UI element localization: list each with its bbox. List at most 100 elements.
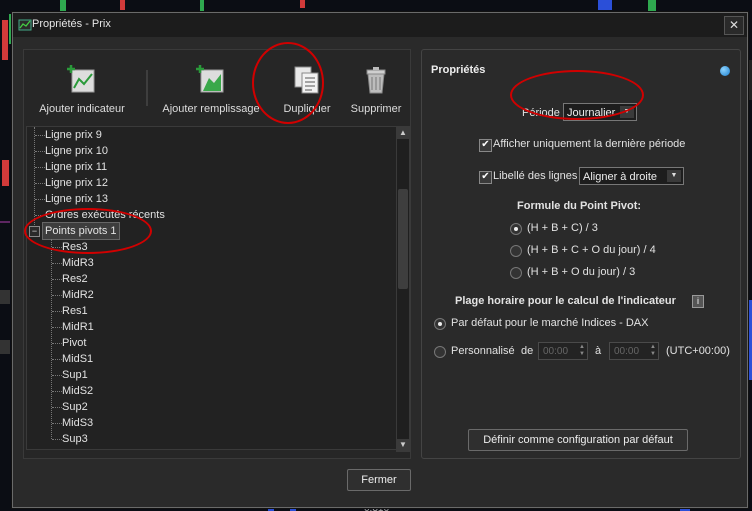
add-fill-icon — [196, 65, 224, 93]
tree-child-item[interactable]: Sup3 — [62, 431, 88, 447]
chevron-down-icon: ▼ — [620, 106, 634, 118]
tree-child-item[interactable]: MidS1 — [62, 351, 93, 367]
tree-child-item[interactable]: Sup2 — [62, 399, 88, 415]
time-to-input[interactable]: 00:00 ▲ ▼ — [609, 342, 659, 360]
help-icon[interactable]: i — [692, 295, 704, 308]
time-to-label: à — [595, 345, 602, 357]
title-bar[interactable]: Propriétés - Prix ✕ — [13, 13, 747, 37]
line-labels-label: Libellé des lignes — [493, 170, 578, 182]
formula-radio-2[interactable] — [510, 245, 522, 257]
tree-child-item[interactable]: Res3 — [62, 239, 88, 255]
tree-item[interactable]: Ligne prix 12 — [45, 175, 108, 191]
scroll-thumb[interactable] — [398, 189, 408, 289]
period-value: Journalier — [567, 107, 616, 119]
spinner-arrows-icon: ▲ ▼ — [650, 344, 656, 357]
toolbar: Ajouter indicateur Ajouter remplissage D… — [24, 50, 410, 120]
add-indicator-button[interactable]: Ajouter indicateur — [32, 64, 132, 115]
tree-connector — [52, 359, 62, 360]
line-labels-checkbox[interactable]: ✔ — [479, 171, 492, 184]
duplicate-label: Dupliquer — [283, 103, 331, 115]
tree-scrollbar[interactable]: ▲ ▼ — [396, 126, 410, 452]
delete-label: Supprimer — [350, 103, 402, 115]
tree-connector — [35, 167, 45, 168]
tree-child-item[interactable]: MidS3 — [62, 415, 93, 431]
tree-item[interactable]: Ordres exécutés récents — [45, 207, 165, 223]
tree-connector — [52, 391, 62, 392]
tree-connector — [52, 295, 62, 296]
add-fill-label: Ajouter remplissage — [162, 103, 260, 115]
indicator-tree[interactable]: Ligne prix 9 Ligne prix 10 Ligne prix 11… — [26, 126, 398, 450]
formula-option-1: (H + B + C) / 3 — [527, 222, 598, 234]
close-button[interactable]: Fermer — [347, 469, 411, 491]
toolbar-separator — [146, 70, 148, 106]
tree-connector — [35, 183, 45, 184]
time-from-label: de — [521, 345, 534, 357]
tree-connector — [52, 375, 62, 376]
tree-item[interactable]: Ligne prix 9 — [45, 127, 102, 143]
time-from-value: 00:00 — [543, 346, 569, 357]
pivot-formula-title: Formule du Point Pivot: — [517, 200, 642, 212]
scroll-down-arrow[interactable]: ▼ — [397, 439, 409, 451]
time-default-label: Par défaut pour le marché Indices - DAX — [451, 317, 649, 329]
tree-connector — [52, 263, 62, 264]
tree-item-selected[interactable]: Points pivots 1 — [42, 222, 120, 240]
tree-child-item[interactable]: Res1 — [62, 303, 88, 319]
time-to-value: 00:00 — [614, 346, 640, 357]
duplicate-icon — [294, 66, 319, 94]
time-range-title: Plage horaire pour le calcul de l'indica… — [455, 295, 676, 307]
properties-panel: Propriétés Période Journalier ▼ ✔ Affich… — [421, 49, 741, 459]
formula-option-3: (H + B + O du jour) / 3 — [527, 266, 636, 278]
tree-connector — [35, 215, 45, 216]
spinner-arrows-icon: ▲ ▼ — [579, 344, 585, 357]
formula-radio-1[interactable] — [510, 223, 522, 235]
window-title: Propriétés - Prix — [32, 18, 111, 30]
formula-radio-3[interactable] — [510, 267, 522, 279]
time-custom-label: Personnalisé — [451, 345, 515, 357]
set-default-button[interactable]: Définir comme configuration par défaut — [468, 429, 688, 451]
scroll-up-arrow[interactable]: ▲ — [397, 127, 409, 139]
tree-connector — [52, 327, 62, 328]
add-fill-button[interactable]: Ajouter remplissage — [156, 64, 266, 115]
tree-item[interactable]: Ligne prix 13 — [45, 191, 108, 207]
formula-option-2: (H + B + C + O du jour) / 4 — [527, 244, 656, 256]
tree-item[interactable]: Ligne prix 11 — [45, 159, 107, 175]
period-select[interactable]: Journalier ▼ — [563, 103, 637, 121]
tree-connector — [52, 247, 62, 248]
close-window-button[interactable]: ✕ — [724, 16, 744, 35]
duplicate-button[interactable]: Dupliquer — [272, 64, 342, 115]
tree-child-item[interactable]: MidS2 — [62, 383, 93, 399]
tree-connector — [52, 343, 62, 344]
tree-child-item[interactable]: MidR3 — [62, 255, 94, 271]
tree-connector — [52, 439, 62, 440]
chevron-down-icon: ▼ — [667, 170, 681, 182]
time-default-radio[interactable] — [434, 318, 446, 330]
tree-child-item[interactable]: Pivot — [62, 335, 86, 351]
tree-child-item[interactable]: Sup1 — [62, 367, 88, 383]
properties-title: Propriétés — [431, 64, 486, 76]
line-labels-value: Aligner à droite — [583, 171, 657, 183]
tree-connector — [35, 151, 45, 152]
tree-child-item[interactable]: Res2 — [62, 271, 88, 287]
tree-connector — [52, 279, 62, 280]
tree-child-item[interactable]: MidR1 — [62, 319, 94, 335]
indicator-list-panel: Ajouter indicateur Ajouter remplissage D… — [23, 49, 411, 459]
collapse-toggle[interactable]: − — [29, 226, 40, 237]
time-from-input[interactable]: 00:00 ▲ ▼ — [538, 342, 588, 360]
tree-connector — [52, 311, 62, 312]
tree-connector — [35, 135, 45, 136]
tree-item[interactable]: Ligne prix 10 — [45, 143, 108, 159]
show-last-period-checkbox[interactable]: ✔ — [479, 139, 492, 152]
add-indicator-icon — [67, 65, 95, 93]
properties-dialog: Propriétés - Prix ✕ Ajouter indicateur A… — [12, 12, 748, 508]
line-labels-select[interactable]: Aligner à droite ▼ — [579, 167, 684, 185]
delete-button[interactable]: Supprimer — [346, 64, 406, 115]
tree-connector — [52, 423, 62, 424]
trash-icon — [366, 67, 386, 94]
add-indicator-label: Ajouter indicateur — [39, 103, 125, 115]
tree-child-item[interactable]: MidR2 — [62, 287, 94, 303]
timezone-label: (UTC+00:00) — [666, 345, 730, 357]
tree-connector — [34, 127, 35, 235]
time-custom-radio[interactable] — [434, 346, 446, 358]
info-icon[interactable] — [720, 66, 730, 76]
tree-connector — [52, 407, 62, 408]
